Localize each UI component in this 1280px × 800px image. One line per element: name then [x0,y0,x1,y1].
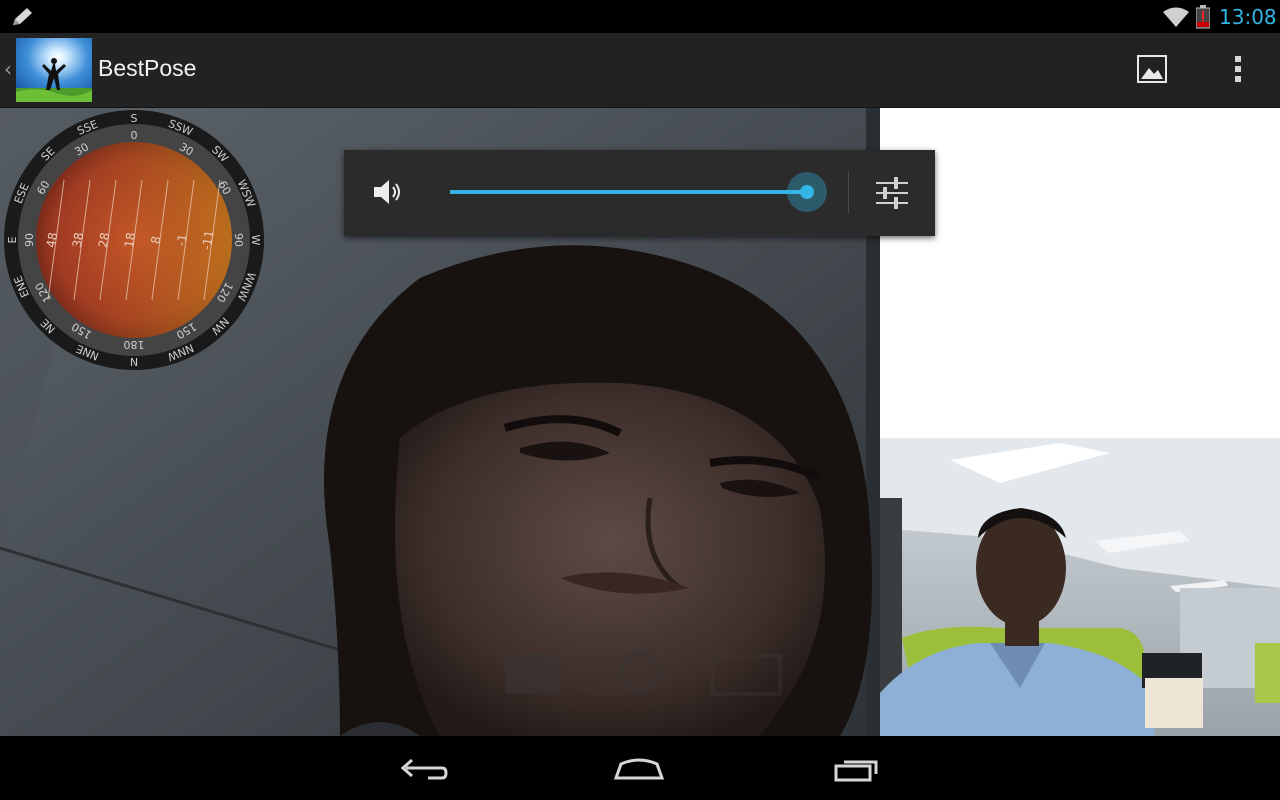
speaker-icon[interactable] [371,176,405,208]
compass-degree-label: 180 [124,338,145,351]
compass-scale-value: 38 [70,231,86,248]
compass-direction-label: S [131,112,138,125]
compass-degree-label: 90 [23,233,36,247]
home-icon[interactable] [613,754,665,784]
battery-alert-icon [1196,5,1210,29]
overflow-menu-icon[interactable] [1226,53,1250,85]
compass-dial[interactable]: 48 38 28 18 8 -1 -11 0 30 60 90 120 150 180 150 120 90 6… [2,108,266,372]
compass-direction-label: W [249,235,262,246]
compass-scale-value: 28 [96,231,112,248]
compass-direction-label: N [130,355,138,368]
recent-apps-icon[interactable] [832,754,882,784]
action-bar: ‹ BestPose [0,33,1280,109]
back-icon[interactable] [398,754,448,784]
volume-slider-track[interactable] [450,190,808,194]
volume-panel [344,150,935,236]
reference-photo[interactable] [880,438,1280,736]
up-caret-icon[interactable]: ‹ [4,57,12,81]
wifi-icon [1163,7,1189,27]
compass-scale-value: 18 [122,231,138,248]
volume-slider-thumb[interactable] [787,172,827,212]
compass-degree-label: 90 [232,233,245,247]
compass-direction-label: E [6,236,19,243]
compass-scale-value: -1 [174,233,190,247]
equalizer-settings-icon[interactable] [874,176,910,210]
compass-scale-value: 48 [44,231,60,248]
gallery-icon[interactable] [1136,53,1168,85]
pencil-icon [13,8,32,25]
app-title: BestPose [98,55,197,81]
compass-degree-label: 0 [131,129,138,142]
status-bar: 13:08 [0,0,1280,33]
clock-time: 13:08 [1219,5,1277,29]
reference-image-placeholder [880,108,1280,438]
app-logo[interactable] [16,38,92,102]
navigation-bar [0,736,1280,800]
divider [848,172,849,214]
